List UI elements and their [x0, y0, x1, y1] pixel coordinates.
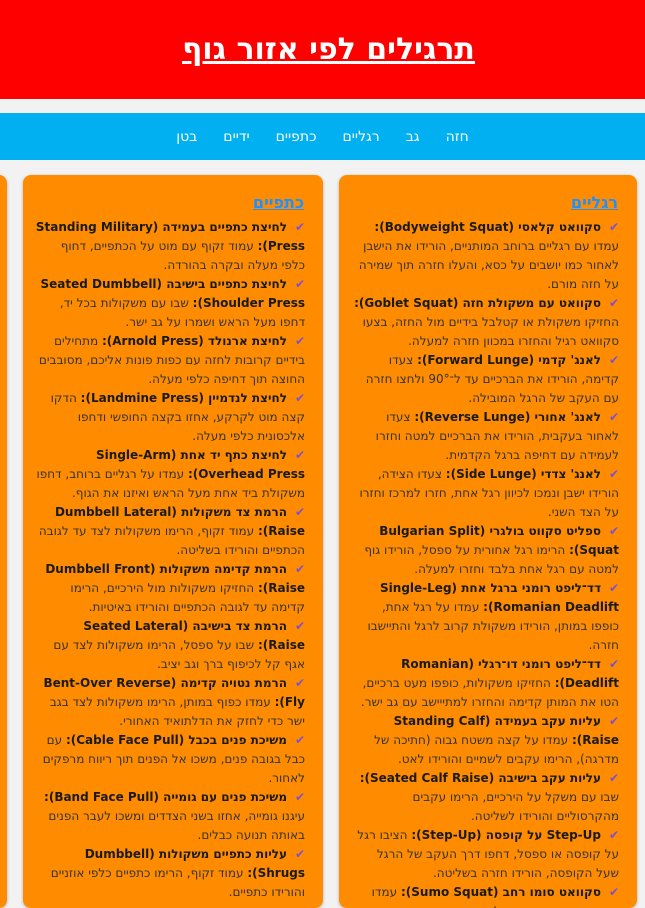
- exercise-name: לאנג' קדמי (Forward Lunge):: [417, 353, 601, 367]
- exercise-item: ✔עליות עקב בעמידה (Standing Calf Raise):…: [351, 712, 619, 769]
- legs-card: רגליים ✔ סקוואט קלאסי (Bodyweight Squat):…: [339, 175, 637, 908]
- exercise-item: ✔לחיצת לנדמיין (Landmine Press): הדקו קצ…: [35, 389, 305, 446]
- checkmark-icon: ✔: [608, 467, 619, 481]
- exercise-item: ✔הרמת צד בישיבה (Seated Lateral Raise): …: [35, 617, 305, 674]
- exercise-name: לאנג' אחורי (Reverse Lunge):: [414, 410, 601, 424]
- checkmark-icon: ✔: [294, 619, 305, 633]
- checkmark-icon: ✔: [608, 771, 619, 785]
- checkmark-icon: ✔: [294, 733, 305, 747]
- checkmark-icon: ✔: [608, 296, 619, 310]
- checkmark-icon: ✔: [294, 676, 305, 690]
- exercise-name: משיכת פנים בכבל (Cable Face Pull):: [65, 733, 287, 747]
- exercise-description: עמדו עם רגליים ברוחב המותניים, הורידו את…: [358, 239, 619, 291]
- exercise-item: ✔ סקוואט קלאסי (Bodyweight Squat): עמדו ע…: [351, 218, 619, 294]
- checkmark-icon: ✔: [294, 505, 305, 519]
- exercise-description: החזיקו משקולת או קטלבל בידיים מול החזה, …: [362, 315, 619, 348]
- exercise-item: ✔הרמת צד משקולות (Dumbbell Lateral Raise…: [35, 503, 305, 560]
- shoulders-card: כתפיים ✔לחיצת כתפיים בעמידה (Standing Mi…: [23, 175, 323, 908]
- exercise-item: ✔עליות כתפיים משקולות (Dumbbell Shrugs):…: [35, 845, 305, 902]
- checkmark-icon: ✔: [608, 714, 619, 728]
- exercise-item: ✔לאנג' קדמי (Forward Lunge): צעדו קדימה,…: [351, 351, 619, 408]
- checkmark-icon: ✔: [608, 581, 619, 595]
- checkmark-icon: ✔: [608, 524, 619, 538]
- exercise-item: ✔סקוואט סומו רחב (Sumo Squat): עמדו במצב…: [351, 883, 619, 908]
- checkmark-icon: ✔: [294, 277, 305, 291]
- checkmark-icon: ✔: [294, 847, 305, 861]
- exercise-item: ✔ סקוואט עם משקולת חזה (Goblet Squat): הח…: [351, 294, 619, 351]
- exercise-description: עמדו כפוף במותן, הרימו משקולות לצד בגב י…: [49, 695, 305, 728]
- exercise-name: משיכת פנים עם גומייה (Band Face Pull):: [44, 790, 287, 804]
- checkmark-icon: ✔: [294, 220, 305, 234]
- exercise-description: עיגנו גומייה, אחזו בשני הצדדים ומשכו לעב…: [48, 809, 305, 842]
- checkmark-icon: ✔: [294, 448, 305, 462]
- exercise-name: סקוואט סומו רחב (Sumo Squat):: [400, 885, 601, 899]
- nav-item-arms[interactable]: ידיים: [223, 129, 249, 145]
- checkmark-icon: ✔: [294, 391, 305, 405]
- exercise-item: ✔דד־ליפט רומני דו־רגלי (Romanian Deadlif…: [351, 655, 619, 712]
- exercise-item: ✔דד־ליפט רומני ברגל אחת (Single-Leg Roma…: [351, 579, 619, 655]
- exercise-item: ✔הרמת קדימה משקולות (Dumbbell Front Rais…: [35, 560, 305, 617]
- exercise-description: שבו עם משקל על הירכיים, הרימו עקבים מהקר…: [412, 790, 619, 823]
- checkmark-icon: ✔: [608, 657, 619, 671]
- exercise-item: ✔ עליות עקב בישיבה (Seated Calf Raise): ש…: [351, 769, 619, 826]
- checkmark-icon: ✔: [294, 334, 305, 348]
- shoulders-card-title[interactable]: כתפיים: [23, 193, 304, 212]
- exercise-item: ✔לחיצת כתף יד אחת (Single-Arm Overhead P…: [35, 446, 305, 503]
- nav-item-back[interactable]: גב: [406, 129, 420, 145]
- exercise-item: ✔משיכת פנים בכבל (Cable Face Pull): עם כ…: [35, 731, 305, 788]
- checkmark-icon: ✔: [608, 410, 619, 424]
- nav-item-chest[interactable]: חזה: [446, 129, 469, 145]
- exercise-item: ✔לאנג' צדדי (Side Lunge): צעדו הצידה, הו…: [351, 465, 619, 522]
- legs-card-title[interactable]: רגליים: [339, 193, 618, 212]
- page-title[interactable]: תרגילים לפי אזור גוף: [182, 32, 475, 67]
- nav-item-shoulders[interactable]: כתפיים: [276, 129, 317, 145]
- nav-item-abs[interactable]: בטן: [176, 129, 197, 145]
- exercise-name: לחיצת ארנולד (Arnold Press):: [101, 334, 287, 348]
- checkmark-icon: ✔: [608, 353, 619, 367]
- checkmark-icon: ✔: [608, 828, 619, 842]
- exercise-name: סקוואט עם משקולת חזה (Goblet Squat):: [354, 296, 601, 310]
- next-card-edge: [0, 175, 7, 908]
- exercise-name: לחיצת לנדמיין (Landmine Press):: [80, 391, 287, 405]
- category-nav: חזה גב רגליים כתפיים ידיים בטן: [0, 113, 645, 160]
- exercise-item: ✔משיכת פנים עם גומייה (Band Face Pull): …: [35, 788, 305, 845]
- exercise-item: ✔לאנג' אחורי (Reverse Lunge): צעדו לאחור…: [351, 408, 619, 465]
- exercise-name: עליות עקב בישיבה (Seated Calf Raise):: [359, 771, 601, 785]
- nav-item-legs[interactable]: רגליים: [343, 129, 380, 145]
- checkmark-icon: ✔: [294, 562, 305, 576]
- legs-exercise-list: ✔ סקוואט קלאסי (Bodyweight Squat): עמדו ע…: [339, 218, 637, 908]
- exercise-item: ✔הרמת נטויה קדימה (Bent-Over Reverse Fly…: [35, 674, 305, 731]
- page-header: תרגילים לפי אזור גוף: [0, 0, 645, 99]
- exercise-name: סקוואט קלאסי (Bodyweight Squat):: [374, 220, 601, 234]
- exercise-item: ✔לחיצת כתפיים בישיבה (Seated Dumbbell Sh…: [35, 275, 305, 332]
- exercise-item: ✔לחיצת ארנולד (Arnold Press): מתחילים בי…: [35, 332, 305, 389]
- exercise-item: ✔לחיצת כתפיים בעמידה (Standing Military …: [35, 218, 305, 275]
- exercise-item: ✔ספליט סקווט בולגרי (Bulgarian Split Squ…: [351, 522, 619, 579]
- checkmark-icon: ✔: [294, 790, 305, 804]
- checkmark-icon: ✔: [608, 885, 619, 899]
- exercise-name: לאנג' צדדי (Side Lunge):: [445, 467, 601, 481]
- exercise-item: ✔Step-Up על קופסה (Step-Up): הציבו רגל ע…: [351, 826, 619, 883]
- checkmark-icon: ✔: [608, 220, 619, 234]
- exercise-name: Step-Up על קופסה (Step-Up):: [411, 828, 601, 842]
- shoulders-exercise-list: ✔לחיצת כתפיים בעמידה (Standing Military …: [23, 218, 323, 902]
